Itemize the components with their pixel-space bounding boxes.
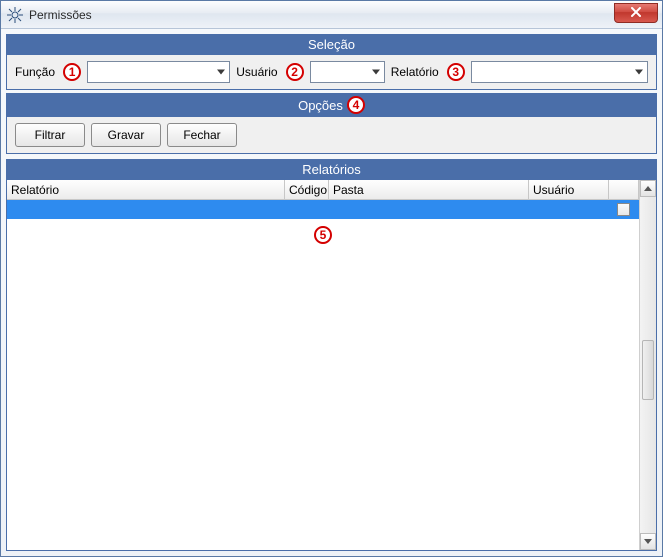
row-checkbox[interactable] [617,203,630,216]
window-frame: Permissões Seleção Função 1 Usuário 2 [0,0,663,557]
chevron-down-icon [372,70,380,75]
relatorio-label: Relatório [391,65,439,79]
app-icon [7,7,23,23]
vertical-scrollbar[interactable] [639,180,656,550]
window-title: Permissões [29,8,92,22]
scroll-down-button[interactable] [640,533,656,550]
scroll-up-button[interactable] [640,180,656,197]
grid-header-row: Relatório Código Pasta Usuário [7,180,639,200]
opcoes-panel: Opções 4 Filtrar Gravar Fechar [6,93,657,154]
relatorios-panel: Relatórios Relatório Código Pasta Usuári… [6,159,657,551]
callout-2: 2 [286,63,304,81]
opcoes-header: Opções 4 [7,94,656,117]
selecao-header: Seleção [7,35,656,55]
chevron-down-icon [635,70,643,75]
grid-rows: 5 [7,200,639,550]
funcao-combo[interactable] [87,61,230,83]
callout-5: 5 [314,226,332,244]
col-relatorio[interactable]: Relatório [7,180,285,199]
cell-codigo [285,200,329,219]
chevron-up-icon [644,186,652,191]
close-button[interactable] [614,3,658,23]
col-usuario[interactable]: Usuário [529,180,609,199]
cell-pasta [329,200,529,219]
client-area: Seleção Função 1 Usuário 2 Relatório 3 [1,29,662,556]
chevron-down-icon [644,539,652,544]
titlebar: Permissões [1,1,662,29]
cell-checkbox [609,200,639,219]
selecao-body: Função 1 Usuário 2 Relatório 3 [7,55,656,89]
relatorios-header: Relatórios [7,160,656,180]
usuario-label: Usuário [236,65,277,79]
relatorio-combo[interactable] [471,61,648,83]
opcoes-title: Opções [298,98,343,113]
callout-1: 1 [63,63,81,81]
col-checkbox[interactable] [609,180,639,199]
close-icon [631,6,641,20]
col-codigo[interactable]: Código [285,180,329,199]
selecao-panel: Seleção Função 1 Usuário 2 Relatório 3 [6,34,657,90]
filtrar-button[interactable]: Filtrar [15,123,85,147]
opcoes-body: Filtrar Gravar Fechar [7,117,656,153]
cell-relatorio [7,200,285,219]
funcao-label: Função [15,65,55,79]
gravar-button[interactable]: Gravar [91,123,161,147]
callout-3: 3 [447,63,465,81]
cell-usuario [529,200,609,219]
usuario-combo[interactable] [310,61,385,83]
table-row-selected[interactable] [7,200,639,219]
col-pasta[interactable]: Pasta [329,180,529,199]
relatorios-grid: Relatório Código Pasta Usuário [7,180,656,550]
scroll-thumb[interactable] [642,340,654,400]
grid-columns-area: Relatório Código Pasta Usuário [7,180,639,550]
callout-4: 4 [347,96,365,114]
chevron-down-icon [217,70,225,75]
fechar-button[interactable]: Fechar [167,123,237,147]
